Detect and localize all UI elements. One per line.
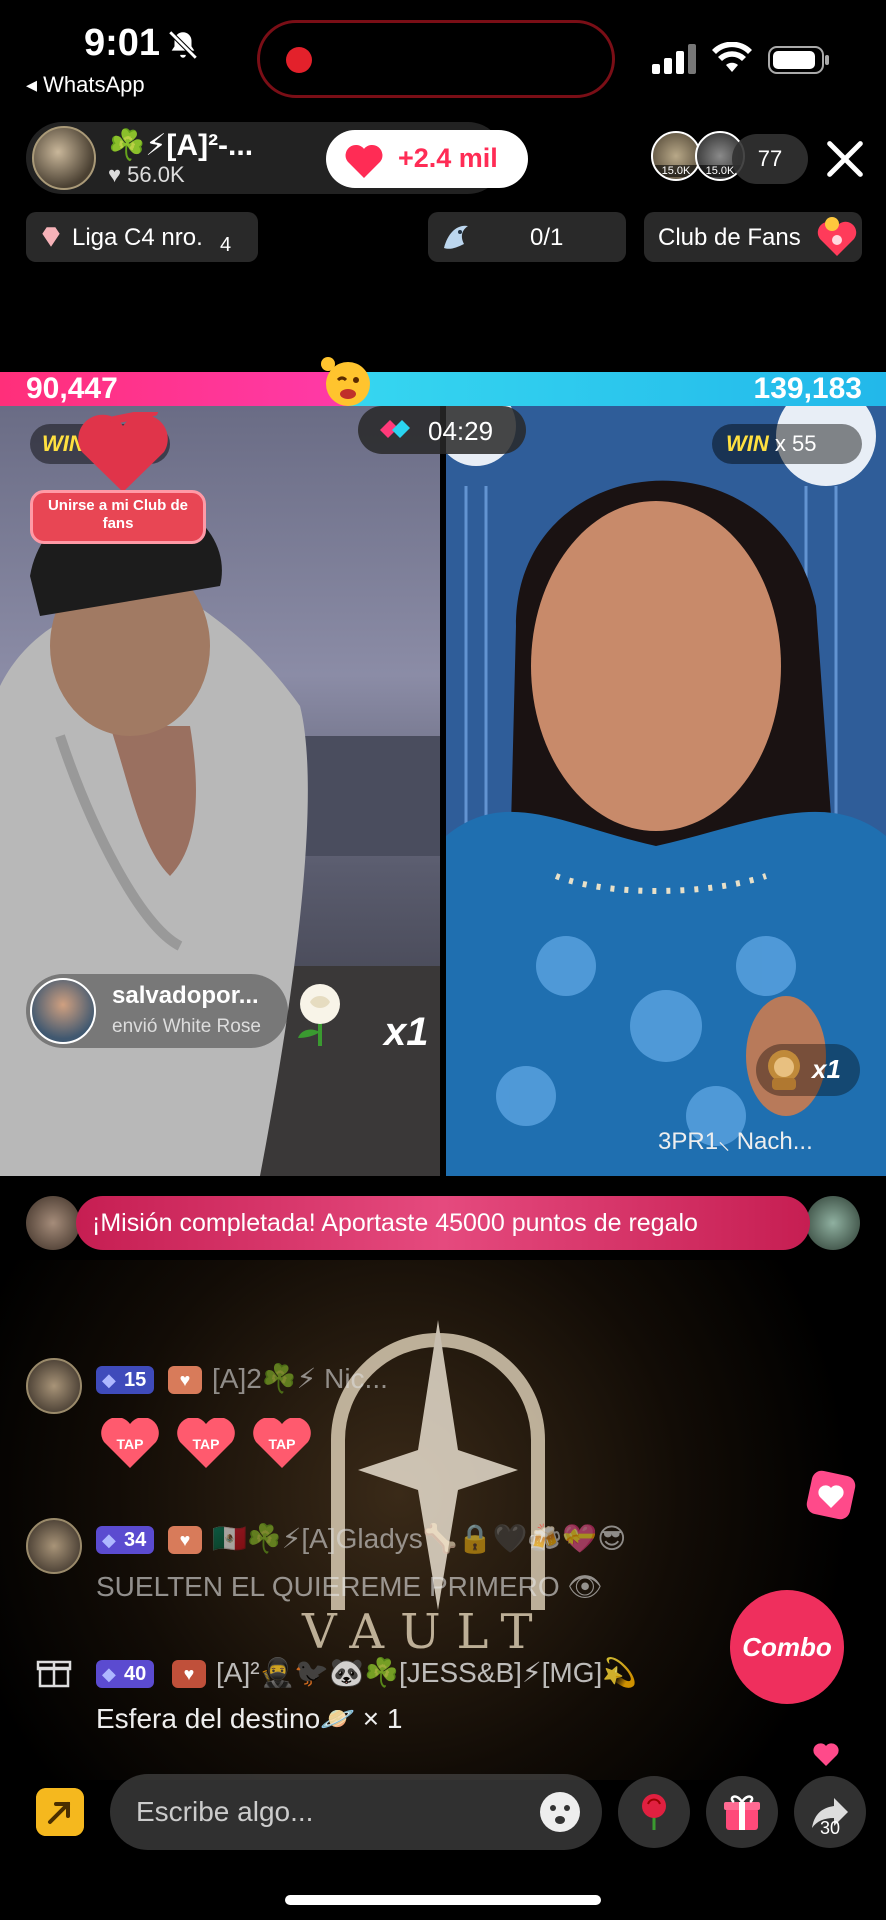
home-indicator [285, 1895, 601, 1905]
level-badge: 15 [96, 1366, 155, 1394]
lion-gift-icon [768, 1050, 800, 1090]
level-badge: 40 [96, 1660, 155, 1688]
diamond-icon [42, 227, 60, 247]
score-left: 90,447 [26, 372, 118, 405]
signal-icon [652, 44, 696, 74]
back-to-app-link[interactable]: ◂ WhatsApp [26, 72, 145, 98]
chat-message: SUELTEN EL QUIEREME PRIMERO 👁 [96, 1571, 603, 1602]
tap-heart-icon: TAP [253, 1418, 311, 1468]
goal-badge[interactable]: 0/1 [428, 212, 626, 262]
comment-input-wrapper[interactable] [110, 1774, 602, 1850]
share-count: 30 [820, 1818, 841, 1838]
join-fan-club-button[interactable]: Unirse a mi Club de fans [30, 490, 206, 544]
emoji-icon[interactable] [538, 1790, 582, 1834]
chat-avatar[interactable] [26, 1518, 82, 1574]
share-arrow-icon[interactable] [36, 1788, 84, 1836]
wifi-icon [712, 42, 752, 72]
chat-username[interactable]: [A]²🥷🐦‍⬛🐼☘️[JESS&B]⚡[MG]💫 [216, 1656, 637, 1689]
like-button[interactable]: +2.4 mil [326, 130, 528, 188]
mission-banner: ¡Misión completada! Aportaste 45000 punt… [76, 1196, 810, 1250]
dynamic-island [257, 20, 615, 98]
battle-timer: 04:29 [358, 406, 526, 454]
chat-username[interactable]: [A]2☘️⚡ Nic... [212, 1362, 388, 1395]
gift-notification: salvadopor... envió White Rose [26, 974, 288, 1048]
rose-icon [642, 1794, 666, 1830]
level-badge: 34 [96, 1526, 155, 1554]
score-right: 139,183 [753, 372, 862, 405]
viewer-avatar[interactable]: 15.0K [651, 131, 701, 181]
right-gifter-names: 3PR1⸜ Nach... [658, 1128, 813, 1155]
host-avatar[interactable] [32, 126, 96, 190]
mission-avatar-right [806, 1196, 860, 1250]
recording-dot-icon [286, 47, 312, 73]
join-fan-club-label: Unirse a mi Club de fans [47, 497, 189, 532]
status-bar: 9:01 ◂ WhatsApp [0, 0, 886, 100]
host-name: ☘️⚡[A]²-... [108, 129, 254, 162]
vault-watermark: VAULT [302, 1604, 549, 1660]
close-icon[interactable] [822, 136, 868, 182]
win-streak-right: WIN x 55 [712, 424, 862, 464]
bell-off-icon [168, 30, 198, 60]
svg-text:TAP: TAP [193, 1436, 220, 1452]
timer-value: 04:29 [428, 416, 494, 446]
fan-heart-icon [817, 217, 857, 256]
gift-count: x1 [384, 1010, 429, 1054]
like-button-label: +2.4 mil [398, 143, 498, 173]
battle-icon [380, 420, 410, 438]
fan-club-button[interactable]: Club de Fans [644, 212, 862, 262]
battle-score-bar: 90,447 139,183 [0, 372, 886, 406]
rose-gift-button[interactable] [618, 1776, 690, 1848]
wink-emoji-icon [321, 357, 370, 406]
fan-club-heart-icon [78, 412, 168, 492]
vault-logo-icon [331, 1320, 545, 1610]
gifter-name: salvadopor... [112, 982, 259, 1009]
tap-stickers: TAP TAP TAP [100, 1418, 320, 1470]
combo-button[interactable]: Combo [730, 1590, 844, 1704]
gift-count-right: x1 [812, 1054, 841, 1084]
comment-input[interactable] [136, 1792, 516, 1832]
league-badge[interactable]: Liga C4 nro. 4 [26, 212, 258, 262]
mission-avatar-left [26, 1196, 80, 1250]
gift-box-icon [36, 1660, 72, 1688]
heart-icon [345, 144, 383, 178]
fan-heart-badge: ♥ [168, 1526, 202, 1554]
tap-heart-icon: TAP [101, 1418, 159, 1468]
chat-message: Esfera del destino🪐 × 1 [96, 1703, 403, 1734]
clock: 9:01 [84, 22, 161, 64]
chat-avatar[interactable] [26, 1358, 82, 1414]
small-heart-icon [813, 1743, 839, 1766]
gifter-avatar[interactable] [30, 978, 96, 1044]
fan-heart-badge: ♥ [172, 1660, 206, 1688]
svg-text:TAP: TAP [117, 1436, 144, 1452]
floating-heart-icon [806, 1470, 856, 1520]
host-info[interactable]: ☘️⚡[A]²-... ♥ 56.0K +2.4 mil [26, 122, 528, 194]
gift-icon [724, 1795, 760, 1830]
league-label: Liga C4 nro. [72, 224, 203, 251]
svg-text:TAP: TAP [269, 1436, 296, 1452]
battery-icon [768, 46, 829, 74]
gift-button[interactable] [706, 1776, 778, 1848]
gift-description: envió White Rose [112, 1016, 261, 1037]
bird-icon [444, 225, 468, 249]
chat-username[interactable]: 🇲🇽☘️⚡[A]Gladys🦴🔒🖤🍻💝😎 [212, 1522, 626, 1555]
fan-heart-badge: ♥ [168, 1366, 202, 1394]
tap-heart-icon: TAP [177, 1418, 235, 1468]
mission-text: ¡Misión completada! Aportaste 45000 punt… [92, 1209, 698, 1237]
goal-progress: 0/1 [530, 224, 564, 251]
white-rose-icon [298, 984, 340, 1046]
gift-notification-right: x1 [756, 1044, 860, 1096]
league-number: 4 [220, 234, 232, 256]
viewer-count[interactable]: 77 [732, 134, 808, 184]
host-likes: ♥ 56.0K [108, 162, 185, 187]
fan-club-label: Club de Fans [658, 224, 801, 251]
